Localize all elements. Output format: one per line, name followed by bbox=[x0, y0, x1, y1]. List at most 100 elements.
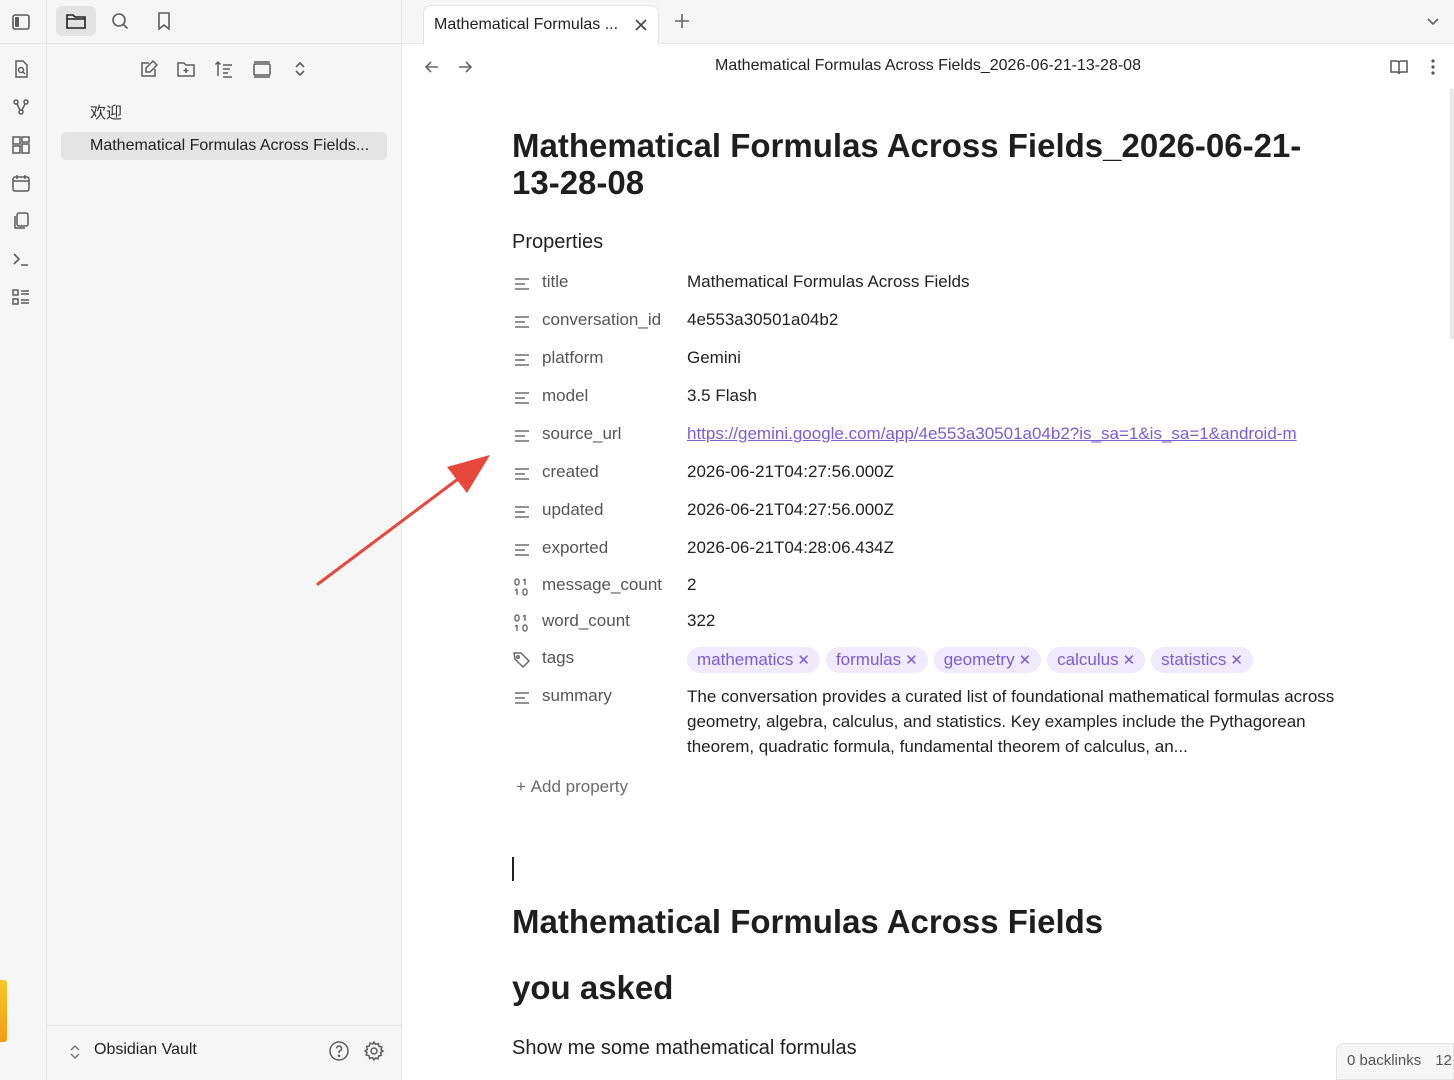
files-tab[interactable] bbox=[56, 6, 96, 36]
tab-active-note[interactable]: Mathematical Formulas ... bbox=[423, 5, 659, 45]
property-key[interactable]: conversation_id bbox=[542, 310, 661, 330]
expand-collapse-icon[interactable] bbox=[287, 56, 313, 82]
tab-title: Mathematical Formulas ... bbox=[434, 16, 619, 33]
property-value[interactable]: 2026-06-21T04:28:06.434Z bbox=[687, 538, 894, 558]
vault-name[interactable]: Obsidian Vault bbox=[94, 1041, 197, 1059]
paragraph[interactable]: Show me some mathematical formulas bbox=[512, 1037, 857, 1060]
remove-tag-icon[interactable]: ✕ bbox=[905, 652, 918, 669]
new-tab-plus-icon[interactable] bbox=[672, 11, 692, 31]
tag-label: statistics bbox=[1161, 650, 1227, 669]
add-property-button[interactable]: + Add property bbox=[516, 777, 628, 797]
new-folder-icon[interactable] bbox=[173, 56, 199, 82]
tag-pill[interactable]: geometry ✕ bbox=[933, 647, 1042, 673]
text-icon bbox=[512, 540, 532, 560]
property-key[interactable]: updated bbox=[542, 500, 603, 520]
new-note-icon[interactable] bbox=[136, 56, 162, 82]
remove-tag-icon[interactable]: ✕ bbox=[1019, 652, 1032, 669]
property-key[interactable]: created bbox=[542, 462, 599, 482]
text-icon bbox=[512, 426, 532, 446]
copy-pages-icon[interactable] bbox=[10, 210, 32, 232]
property-key[interactable]: word_count bbox=[542, 611, 630, 631]
property-value[interactable]: 322 bbox=[687, 611, 715, 631]
heading-1[interactable]: Mathematical Formulas Across Fields bbox=[512, 903, 1103, 941]
sort-icon[interactable] bbox=[211, 56, 237, 82]
calendar-icon[interactable] bbox=[10, 172, 32, 194]
scrollbar[interactable] bbox=[1450, 89, 1454, 339]
property-tags[interactable]: tags mathematics ✕ formulas ✕ geometry ✕ calcu… bbox=[512, 642, 1352, 678]
source-url-link[interactable]: https://gemini.google.com/app/4e553a3050… bbox=[687, 424, 1297, 443]
search-icon bbox=[112, 13, 129, 30]
property-key[interactable]: tags bbox=[542, 648, 574, 668]
settings-gear-icon[interactable] bbox=[362, 1039, 386, 1063]
tag-pill[interactable]: statistics ✕ bbox=[1151, 647, 1253, 673]
view-title[interactable]: Mathematical Formulas Across Fields_2026… bbox=[402, 57, 1454, 75]
property-created[interactable]: created 2026-06-21T04:27:56.000Z bbox=[512, 456, 1352, 492]
property-value[interactable]: Mathematical Formulas Across Fields bbox=[687, 272, 969, 292]
property-source-url[interactable]: source_url https://gemini.google.com/app… bbox=[512, 418, 1352, 454]
remove-tag-icon[interactable]: ✕ bbox=[1123, 652, 1136, 669]
search-tab[interactable] bbox=[100, 6, 140, 36]
property-key[interactable]: exported bbox=[542, 538, 608, 558]
terminal-icon[interactable] bbox=[10, 248, 32, 270]
property-value[interactable]: 3.5 Flash bbox=[687, 386, 757, 406]
property-message-count[interactable]: message_count 2 bbox=[512, 569, 1352, 605]
tree-item-active-note[interactable]: Mathematical Formulas Across Fields... bbox=[61, 132, 387, 160]
tags-list: mathematics ✕ formulas ✕ geometry ✕ calculus ✕ s… bbox=[687, 647, 1259, 673]
status-bar: 0 backlinks 12 bbox=[1336, 1043, 1454, 1080]
tree-item-welcome[interactable]: 欢迎 bbox=[61, 100, 387, 128]
property-word-count[interactable]: word_count 322 bbox=[512, 605, 1352, 641]
property-summary[interactable]: summary The conversation provides a cura… bbox=[512, 680, 1352, 760]
property-model[interactable]: model 3.5 Flash bbox=[512, 380, 1352, 416]
tag-label: mathematics bbox=[697, 650, 794, 669]
tag-pill[interactable]: formulas ✕ bbox=[825, 647, 928, 673]
property-value[interactable]: Gemini bbox=[687, 348, 741, 368]
property-value[interactable]: The conversation provides a curated list… bbox=[687, 684, 1337, 759]
text-icon bbox=[512, 388, 532, 408]
property-platform[interactable]: platform Gemini bbox=[512, 342, 1352, 378]
add-property-label: Add property bbox=[530, 777, 629, 796]
property-key[interactable]: message_count bbox=[542, 575, 662, 595]
toggle-sidebar-icon[interactable] bbox=[10, 11, 32, 33]
inline-title[interactable]: Mathematical Formulas Across Fields_2026… bbox=[512, 127, 1332, 201]
help-icon[interactable] bbox=[327, 1039, 351, 1063]
text-icon bbox=[512, 350, 532, 370]
remove-tag-icon[interactable]: ✕ bbox=[797, 652, 810, 669]
property-value[interactable]: 2 bbox=[687, 575, 696, 595]
property-key[interactable]: title bbox=[542, 272, 568, 292]
ribbon-top bbox=[0, 0, 47, 44]
vault-switcher-icon[interactable] bbox=[67, 1042, 83, 1062]
tag-label: calculus bbox=[1057, 650, 1119, 669]
reading-view-book-icon[interactable] bbox=[1389, 57, 1409, 77]
search-file-icon[interactable] bbox=[10, 58, 32, 80]
status-extra[interactable]: 12 bbox=[1435, 1052, 1452, 1069]
close-icon[interactable] bbox=[632, 16, 650, 34]
property-key[interactable]: platform bbox=[542, 348, 603, 368]
folder-icon bbox=[66, 14, 86, 29]
properties-heading[interactable]: Properties bbox=[512, 231, 603, 254]
property-key[interactable]: model bbox=[542, 386, 588, 406]
canvas-icon[interactable] bbox=[10, 134, 32, 156]
property-key[interactable]: summary bbox=[542, 686, 612, 706]
property-key[interactable]: source_url bbox=[542, 424, 621, 444]
property-exported[interactable]: exported 2026-06-21T04:28:06.434Z bbox=[512, 532, 1352, 568]
tag-pill[interactable]: mathematics ✕ bbox=[687, 647, 820, 673]
property-conversation-id[interactable]: conversation_id 4e553a30501a04b2 bbox=[512, 304, 1352, 340]
bookmarks-tab[interactable] bbox=[144, 6, 184, 36]
heading-2[interactable]: you asked bbox=[512, 969, 673, 1007]
list-icon[interactable] bbox=[10, 286, 32, 308]
property-value[interactable]: 2026-06-21T04:27:56.000Z bbox=[687, 462, 894, 482]
property-updated[interactable]: updated 2026-06-21T04:27:56.000Z bbox=[512, 494, 1352, 530]
backlinks-count[interactable]: 0 backlinks bbox=[1347, 1052, 1421, 1069]
chevron-down-icon[interactable] bbox=[1424, 13, 1442, 31]
collapse-view-icon[interactable] bbox=[249, 56, 275, 82]
more-options-icon[interactable] bbox=[1423, 57, 1443, 77]
note-editor[interactable]: Mathematical Formulas Across Fields_2026… bbox=[402, 89, 1454, 1080]
property-value[interactable]: 2026-06-21T04:27:56.000Z bbox=[687, 500, 894, 520]
property-title[interactable]: title Mathematical Formulas Across Field… bbox=[512, 266, 1352, 302]
text-icon bbox=[512, 312, 532, 332]
text-icon bbox=[512, 502, 532, 522]
remove-tag-icon[interactable]: ✕ bbox=[1230, 652, 1243, 669]
tag-pill[interactable]: calculus ✕ bbox=[1047, 647, 1146, 673]
graph-view-icon[interactable] bbox=[10, 96, 32, 118]
property-value[interactable]: 4e553a30501a04b2 bbox=[687, 310, 838, 330]
